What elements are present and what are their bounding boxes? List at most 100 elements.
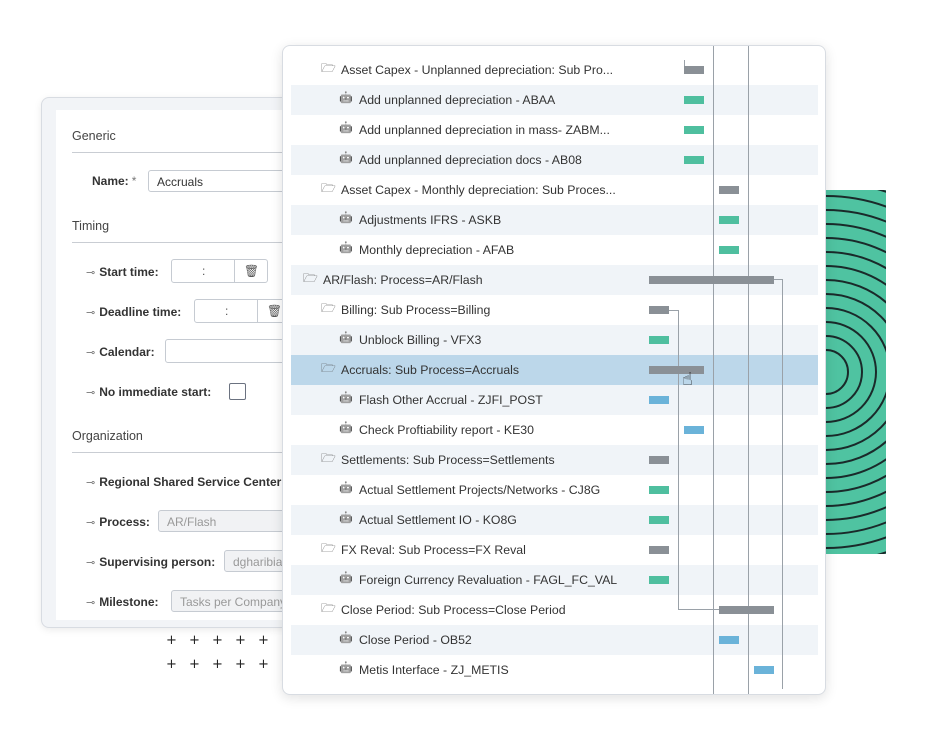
key-icon: ⊸	[86, 556, 96, 569]
dependency-connector	[782, 279, 783, 689]
folder-open-icon: 🗁	[321, 541, 336, 555]
deadline-time-label: ⊸ Deadline time:	[86, 305, 182, 319]
gantt-task-bar[interactable]	[754, 666, 774, 674]
no-immediate-start-label: ⊸ No immediate start:	[86, 385, 212, 399]
gantt-row-label: Metis Interface - ZJ_METIS	[359, 663, 509, 677]
gantt-group-row[interactable]: 🗁 Settlements: Sub Process=Settlements	[291, 445, 818, 475]
gantt-summary-bar[interactable]	[649, 546, 669, 554]
gantt-summary-bar[interactable]	[649, 276, 774, 284]
timeline-marker-line	[748, 46, 749, 694]
gantt-task-row[interactable]: 🤖 Actual Settlement IO - KO8G	[291, 505, 818, 535]
gantt-task-row[interactable]: 🤖 Add unplanned depreciation docs - AB08	[291, 145, 818, 175]
gantt-task-bar[interactable]	[719, 216, 739, 224]
supervising-label: ⊸ Supervising person:	[86, 555, 216, 569]
gantt-row-label: Add unplanned depreciation - ABAA	[359, 93, 556, 107]
gantt-group-row[interactable]: 🗁 Accruals: Sub Process=Accruals	[291, 355, 818, 385]
gantt-row-label: Unblock Billing - VFX3	[359, 333, 482, 347]
section-title-timing: Timing	[72, 219, 110, 233]
gantt-task-bar[interactable]	[684, 426, 704, 434]
folder-open-icon: 🗁	[303, 271, 318, 285]
gantt-summary-bar[interactable]	[684, 66, 704, 74]
gantt-task-row[interactable]: 🤖 Check Proftiability report - KE30	[291, 415, 818, 445]
gantt-row-label: Add unplanned depreciation docs - AB08	[359, 153, 582, 167]
gantt-task-row[interactable]: 🤖 Actual Settlement Projects/Networks - C…	[291, 475, 818, 505]
gantt-group-row[interactable]: 🗁 FX Reval: Sub Process=FX Reval	[291, 535, 818, 565]
gantt-task-row[interactable]: 🤖 Flash Other Accrual - ZJFI_POST	[291, 385, 818, 415]
folder-open-icon: 🗁	[321, 361, 336, 375]
gantt-task-row[interactable]: 🤖 Metis Interface - ZJ_METIS	[291, 655, 818, 685]
gantt-task-row[interactable]: 🤖 Add unplanned depreciation - ABAA	[291, 85, 818, 115]
no-immediate-start-checkbox[interactable]	[229, 383, 246, 400]
gantt-row-label: Flash Other Accrual - ZJFI_POST	[359, 393, 543, 407]
gantt-task-bar[interactable]	[649, 396, 669, 404]
task-properties-form: Generic Name: * Accruals Timing ⊸ Start ti…	[41, 97, 323, 628]
gantt-row-label: Actual Settlement IO - KO8G	[359, 513, 517, 527]
gantt-summary-bar[interactable]	[649, 366, 704, 374]
plus-decoration-icon: +	[258, 633, 269, 648]
gantt-task-bar[interactable]	[684, 126, 704, 134]
gantt-task-row[interactable]: 🤖 Foreign Currency Revaluation - FAGL_FC_…	[291, 565, 818, 595]
gantt-task-row[interactable]: 🤖 Unblock Billing - VFX3	[291, 325, 818, 355]
gantt-task-bar[interactable]	[684, 96, 704, 104]
gantt-task-bar[interactable]	[684, 156, 704, 164]
robot-icon: 🤖	[339, 571, 353, 584]
folder-open-icon: 🗁	[321, 601, 336, 615]
dependency-connector	[678, 609, 719, 610]
milestone-label: ⊸ Milestone:	[86, 595, 159, 609]
folder-open-icon: 🗁	[321, 451, 336, 465]
plus-decoration-icon: +	[189, 633, 200, 648]
plus-decoration-icon: +	[212, 657, 223, 672]
decorative-rings-graphic	[826, 190, 886, 554]
gantt-task-bar[interactable]	[719, 636, 739, 644]
section-title-generic: Generic	[72, 129, 116, 143]
key-icon: ⊸	[86, 476, 96, 489]
key-icon: ⊸	[86, 516, 96, 529]
plus-decoration-icon: +	[235, 657, 246, 672]
gantt-summary-bar[interactable]	[649, 456, 669, 464]
deadline-time-input[interactable]: : 🗑	[194, 299, 291, 323]
gantt-row-label: Billing: Sub Process=Billing	[341, 303, 491, 317]
key-icon: ⊸	[86, 346, 96, 359]
trash-icon[interactable]: 🗑	[234, 260, 268, 282]
gantt-group-row[interactable]: 🗁 Billing: Sub Process=Billing	[291, 295, 818, 325]
gantt-task-bar[interactable]	[649, 576, 669, 584]
section-title-organization: Organization	[72, 429, 143, 443]
gantt-row-label: Adjustments IFRS - ASKB	[359, 213, 502, 227]
gantt-task-bar[interactable]	[649, 336, 669, 344]
robot-icon: 🤖	[339, 481, 353, 494]
key-icon: ⊸	[86, 266, 96, 279]
robot-icon: 🤖	[339, 241, 353, 254]
gantt-task-row[interactable]: 🤖 Add unplanned depreciation in mass- ZAB…	[291, 115, 818, 145]
gantt-summary-bar[interactable]	[719, 186, 739, 194]
robot-icon: 🤖	[339, 121, 353, 134]
gantt-row-label: Close Period: Sub Process=Close Period	[341, 603, 566, 617]
dependency-connector	[774, 279, 782, 280]
gantt-chart-panel: 🗁 Asset Capex - Unplanned depreciation: S…	[282, 45, 826, 695]
robot-icon: 🤖	[339, 211, 353, 224]
gantt-row-label: Asset Capex - Unplanned depreciation: Su…	[341, 63, 614, 77]
gantt-row-label: Monthly depreciation - AFAB	[359, 243, 515, 257]
robot-icon: 🤖	[339, 661, 353, 674]
folder-open-icon: 🗁	[321, 301, 336, 315]
gantt-row-label: Accruals: Sub Process=Accruals	[341, 363, 520, 377]
gantt-task-bar[interactable]	[649, 516, 669, 524]
robot-icon: 🤖	[339, 91, 353, 104]
plus-decoration-icon: +	[189, 657, 200, 672]
calendar-label: ⊸ Calendar:	[86, 345, 155, 359]
plus-decoration-icon: +	[166, 633, 177, 648]
dependency-connector	[669, 310, 678, 311]
gantt-row-label: Close Period - OB52	[359, 633, 472, 647]
gantt-summary-bar[interactable]	[649, 306, 669, 314]
process-label: ⊸ Process:	[86, 515, 150, 529]
gantt-task-bar[interactable]	[719, 246, 739, 254]
gantt-summary-bar[interactable]	[719, 606, 774, 614]
key-icon: ⊸	[86, 306, 96, 319]
gantt-task-bar[interactable]	[649, 486, 669, 494]
gantt-group-row[interactable]: 🗁 Asset Capex - Unplanned depreciation: S…	[291, 55, 818, 85]
gantt-row-label: Foreign Currency Revaluation - FAGL_FC_V…	[359, 573, 618, 587]
plus-decoration-icon: +	[235, 633, 246, 648]
robot-icon: 🤖	[339, 631, 353, 644]
regional-label: ⊸ Regional Shared Service Center	[86, 475, 282, 489]
start-time-input[interactable]: : 🗑	[171, 259, 268, 283]
hand-pointer-icon: ☝	[682, 369, 693, 390]
